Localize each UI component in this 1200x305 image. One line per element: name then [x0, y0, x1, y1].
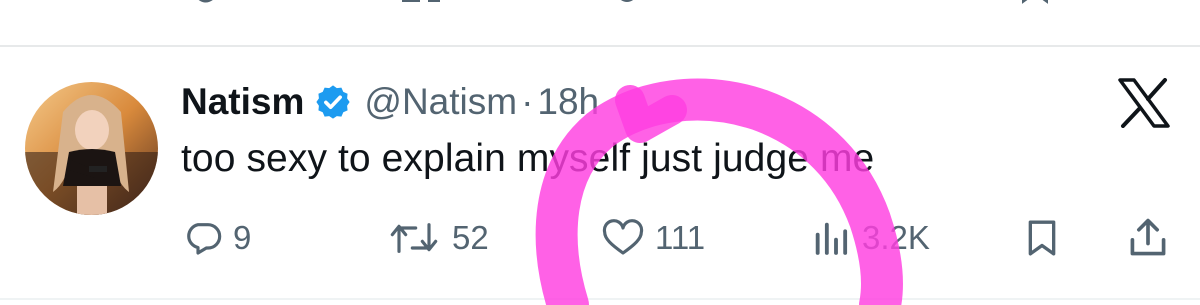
- views-button[interactable]: 3.2K: [810, 214, 930, 262]
- previous-tweet-action-row: [0, 0, 1200, 10]
- share-icon[interactable]: [1136, 0, 1172, 10]
- timestamp[interactable]: 18h: [537, 81, 599, 123]
- views-count: 3.2K: [862, 219, 930, 256]
- reply-icon: [187, 223, 222, 255]
- avatar[interactable]: [25, 82, 158, 215]
- divider: [0, 298, 1200, 300]
- repost-button[interactable]: 52: [386, 214, 489, 262]
- share-button[interactable]: [1126, 214, 1170, 262]
- bookmark-icon: [1028, 220, 1056, 256]
- x-logo-icon: [1118, 78, 1170, 128]
- bookmark-button[interactable]: [1022, 214, 1062, 262]
- bookmark-icon[interactable]: [1018, 0, 1052, 10]
- repost-icon: [390, 223, 438, 253]
- repost-icon[interactable]: [398, 0, 444, 10]
- like-icon: [602, 219, 644, 255]
- reply-icon[interactable]: [190, 0, 220, 10]
- verified-badge-icon: [316, 85, 351, 119]
- like-icon[interactable]: [612, 0, 642, 10]
- divider: [0, 45, 1200, 47]
- reply-count: 9: [233, 219, 252, 256]
- like-count: 111: [655, 219, 706, 256]
- author-name[interactable]: Natism: [181, 81, 304, 123]
- tweet-text: too sexy to explain myself just judge me: [181, 137, 875, 180]
- separator-dot: ·: [521, 81, 534, 122]
- views-icon: [815, 222, 848, 255]
- like-button[interactable]: 111: [601, 214, 705, 262]
- tweet-screenshot: Natism @Natism · 18h too sexy to explain…: [0, 0, 1200, 305]
- author-handle[interactable]: @Natism: [364, 81, 517, 123]
- avatar-image: [25, 82, 158, 215]
- reply-button[interactable]: 9: [183, 214, 251, 262]
- share-icon: [1130, 218, 1166, 256]
- views-icon[interactable]: [812, 0, 852, 10]
- tweet-header: Natism @Natism · 18h: [181, 78, 599, 126]
- repost-count: 52: [452, 219, 489, 256]
